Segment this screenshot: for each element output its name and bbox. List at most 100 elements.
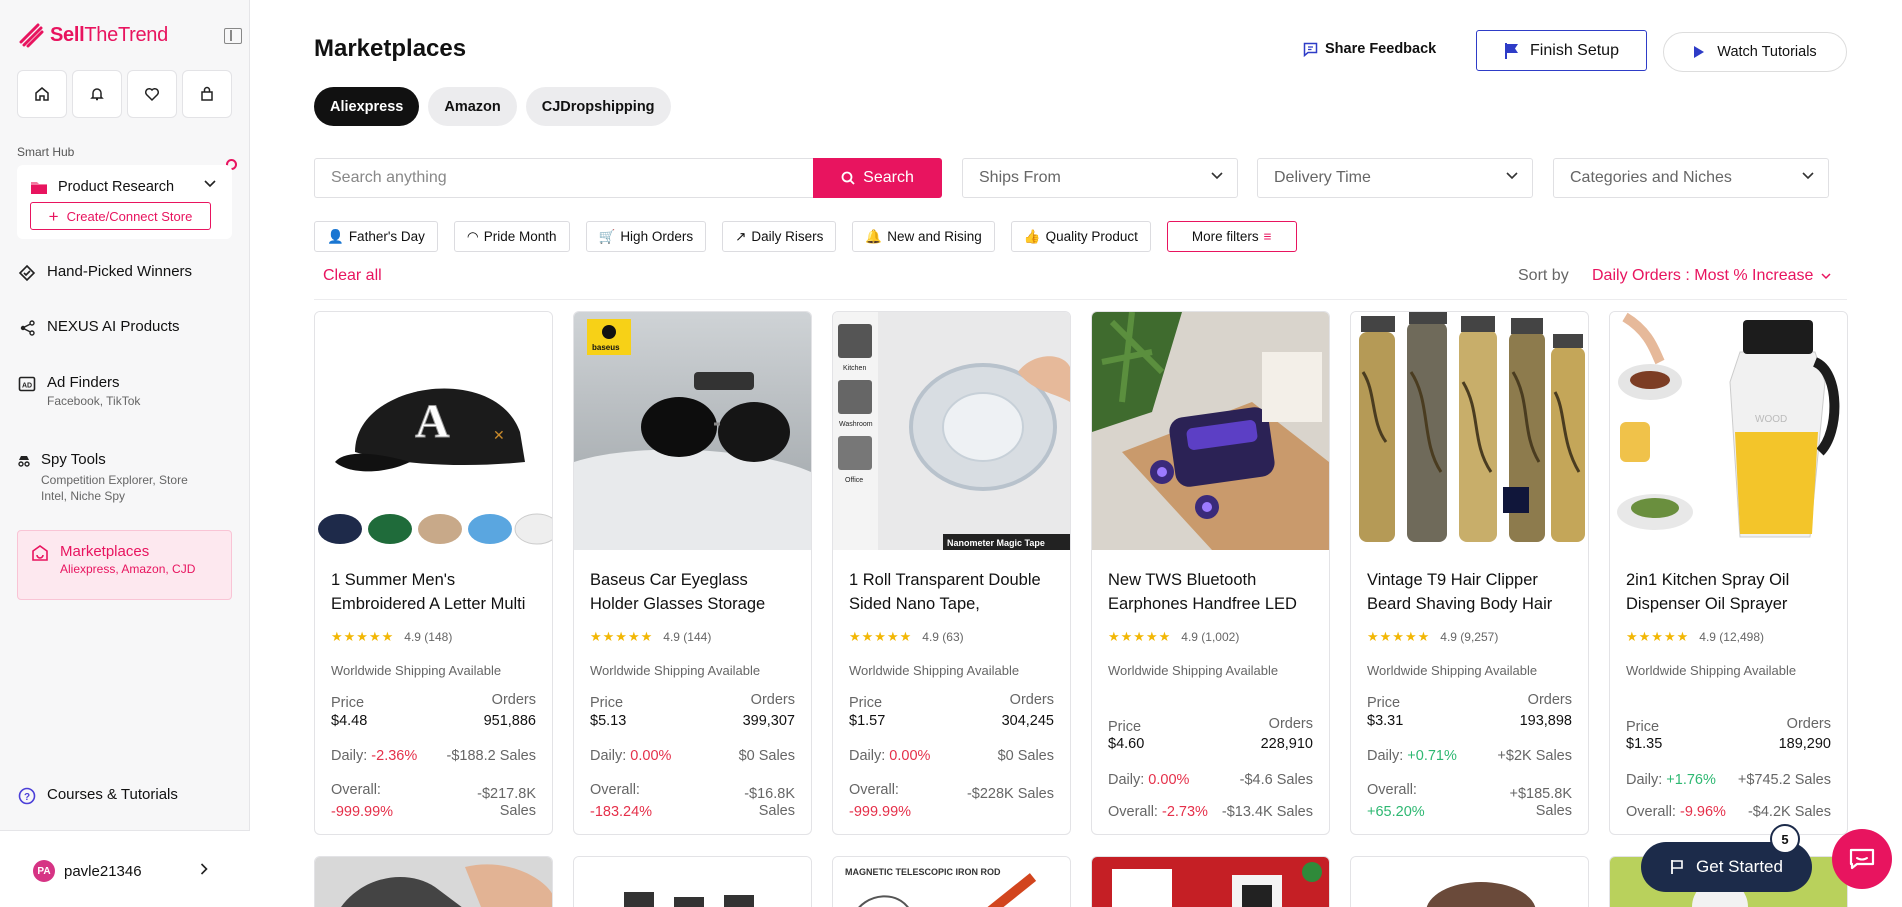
chat-button[interactable] [1832,829,1892,889]
chip-pride-month[interactable]: ◠ Pride Month [453,221,570,252]
chat-icon [1849,848,1875,870]
user-menu[interactable]: PA pavle21346 [0,830,250,907]
flag-icon [1505,42,1519,59]
create-connect-store-button[interactable]: + Create/Connect Store [30,202,211,230]
sidebar-item-nexus-ai[interactable]: NEXUS AI Products [17,318,232,338]
award-icon [17,263,37,283]
product-title[interactable]: 2in1 Kitchen Spray Oil Dispenser Oil Spr… [1626,568,1836,616]
watch-tutorials-button[interactable]: Watch Tutorials [1663,32,1847,72]
shipping-info: Worldwide Shipping Available [590,663,761,678]
overall-label: Overall: [590,782,640,798]
sidebar-item-courses[interactable]: ? Courses & Tutorials [17,786,232,806]
ships-from-dropdown[interactable]: Ships From [962,158,1238,198]
overall-percent: -999.99% [331,804,394,820]
stores-button[interactable] [182,70,232,118]
daily-percent: -2.36% [371,748,418,764]
chip-new-and-rising[interactable]: 🔔 New and Rising [852,221,995,252]
chip-fathers-day[interactable]: 👤 Father's Day [314,221,438,252]
categories-dropdown[interactable]: Categories and Niches [1553,158,1829,198]
product-card[interactable]: MAGNETIC TELESCOPIC IRON ROD [832,856,1071,907]
overall-sales: -$16.8K Sales [744,786,795,819]
price-label: Price [1626,719,1660,735]
create-store-label: Create/Connect Store [66,208,193,224]
finish-setup-label: Finish Setup [1530,41,1619,59]
search-input[interactable] [314,158,813,198]
overall-row: Overall: -9.96% [1626,804,1726,820]
product-image [1351,312,1588,550]
product-title[interactable]: Baseus Car Eyeglass Holder Glasses Stora… [590,568,800,616]
shipping-info: Worldwide Shipping Available [849,663,1020,678]
tab-cjdropshipping[interactable]: CJDropshipping [525,87,671,126]
sidebar-item-label: Marketplaces [60,543,150,560]
price-label: Price [849,695,883,711]
product-card[interactable]: Kitchen Washroom Office Nanometer Magic … [832,311,1071,835]
chip-daily-risers[interactable]: ↗ Daily Risers [722,221,837,252]
daily-row: Daily: 0.00% [590,748,671,764]
price-value: $5.13 [590,713,627,729]
sidebar-item-sublabel: Competition Explorer, Store Intel, Niche… [41,473,188,503]
home-button[interactable] [17,70,67,118]
daily-label: Daily: [1108,772,1145,788]
orders-value: 193,898 [1519,713,1572,729]
clear-all-link[interactable]: Clear all [323,267,382,285]
sidebar-item-marketplaces[interactable]: Marketplaces Aliexpress, Amazon, CJD [17,530,232,600]
sidebar-item-sublabel: Aliexpress, Amazon, CJD [60,562,196,576]
daily-row: Daily: 0.00% [1108,772,1189,788]
chip-high-orders[interactable]: 🛒 High Orders [585,221,707,252]
product-card[interactable] [314,856,553,907]
product-card[interactable] [573,856,812,907]
product-title[interactable]: 1 Summer Men's Embroidered A Letter Mult… [331,568,541,616]
sidebar-item-ad-finders[interactable]: AD Ad Finders Facebook, TikTok [17,374,232,409]
product-card[interactable]: New TWS Bluetooth Earphones Handfree LED… [1091,311,1330,835]
favorites-button[interactable] [127,70,177,118]
folder-icon [31,181,47,194]
watch-tutorials-label: Watch Tutorials [1717,44,1817,60]
daily-sales: -$4.6 Sales [1239,772,1313,788]
chevron-down-icon[interactable] [204,180,216,188]
product-rating: ★★★★★ 4.9 (148) [331,629,452,645]
search-button[interactable]: Search [813,158,942,198]
orders-label: Orders [1009,692,1054,708]
product-research-toggle[interactable]: Product Research [30,179,174,195]
product-title[interactable]: New TWS Bluetooth Earphones Handfree LED [1108,568,1318,616]
product-card[interactable] [1091,856,1330,907]
marketplace-tabs: Aliexpress Amazon CJDropshipping [314,87,671,126]
delivery-time-dropdown[interactable]: Delivery Time [1257,158,1533,198]
price-value: $4.60 [1108,736,1145,752]
magnetic-rod-text: MAGNETIC TELESCOPIC IRON ROD [845,867,1001,877]
product-card[interactable]: WOOD 2in1 Kitchen Spray Oil Dispenser Oi… [1609,311,1848,835]
product-title[interactable]: 1 Roll Transparent Double Sided Nano Tap… [849,568,1059,616]
sort-dropdown[interactable]: Daily Orders : Most % Increase [1592,267,1831,285]
chip-quality-product[interactable]: 👍 Quality Product [1010,221,1151,252]
more-filters-button[interactable]: More filters ≡ [1166,221,1297,252]
sidebar-item-spy-tools[interactable]: Spy Tools Competition Explorer, Store In… [17,451,232,504]
spy-icon [17,451,31,471]
tab-amazon[interactable]: Amazon [428,87,517,126]
product-card[interactable] [1350,856,1589,907]
collapse-sidebar-icon[interactable] [224,28,242,44]
product-card[interactable]: baseus Baseus Car Eyeglass Holder Glasse… [573,311,812,835]
product-card[interactable]: A ✕ 1 Summer Men's Embroidered A Letter … [314,311,553,835]
daily-sales: $0 Sales [738,748,795,764]
product-card[interactable]: Vintage T9 Hair Clipper Beard Shaving Bo… [1350,311,1589,835]
sidebar-item-hand-picked-winners[interactable]: Hand-Picked Winners [17,263,232,283]
notifications-button[interactable] [72,70,122,118]
sidebar-item-label: NEXUS AI Products [47,318,180,335]
daily-percent: +1.76% [1666,772,1716,788]
steps-count-badge: 5 [1770,824,1800,854]
filter-chips: 👤 Father's Day ◠ Pride Month 🛒 High Orders … [314,221,1297,252]
svg-text:✕: ✕ [493,427,505,443]
product-title[interactable]: Vintage T9 Hair Clipper Beard Shaving Bo… [1367,568,1577,616]
orders-label: Orders [491,692,536,708]
tab-aliexpress[interactable]: Aliexpress [314,87,420,126]
brand-logo[interactable]: SellTheTrend [18,22,168,48]
daily-percent: 0.00% [1148,772,1190,788]
finish-setup-button[interactable]: Finish Setup [1476,30,1647,71]
chip-label: Pride Month [483,229,557,244]
sidebar: SellTheTrend Smart Hub Product Research … [0,0,250,907]
daily-sales: $0 Sales [997,748,1054,764]
daily-row: Daily: +0.71% [1367,748,1457,764]
product-rating: ★★★★★ 4.9 (9,257) [1367,629,1498,645]
share-feedback-button[interactable]: Share Feedback [1303,41,1436,57]
rating-value: 4.9 (144) [663,630,712,644]
